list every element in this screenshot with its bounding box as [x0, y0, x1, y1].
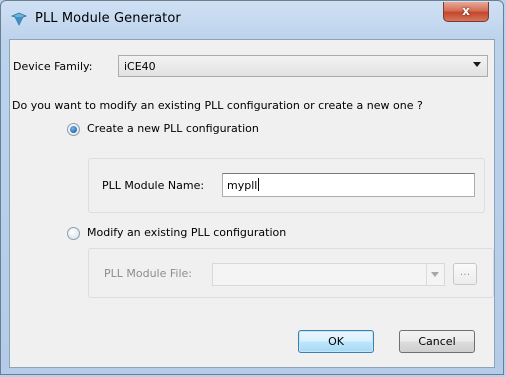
module-file-label: PLL Module File:	[104, 267, 192, 280]
window-title: PLL Module Generator	[35, 11, 181, 26]
module-name-input[interactable]: mypll	[222, 173, 475, 197]
module-name-label: PLL Module Name:	[102, 179, 205, 192]
browse-file-button[interactable]: ...	[453, 263, 477, 285]
create-new-label[interactable]: Create a new PLL configuration	[87, 122, 259, 135]
module-file-select[interactable]	[212, 263, 445, 286]
ok-button[interactable]: OK	[298, 330, 374, 353]
close-icon: x	[462, 4, 470, 18]
module-name-value: mypll	[227, 179, 258, 192]
app-icon	[10, 11, 28, 27]
create-new-group: PLL Module Name: mypll	[88, 158, 485, 213]
title-bar[interactable]: PLL Module Generator x	[1, 1, 503, 39]
cancel-button-label: Cancel	[418, 335, 456, 348]
pll-generator-window: PLL Module Generator x Device Family: iC…	[0, 0, 504, 375]
chevron-down-icon	[473, 62, 481, 67]
device-family-label: Device Family:	[13, 60, 93, 73]
device-family-value: iCE40	[124, 60, 156, 73]
module-file-dropdown-button[interactable]	[426, 264, 444, 285]
configuration-question: Do you want to modify an existing PLL co…	[12, 99, 423, 112]
create-new-radio[interactable]	[67, 123, 80, 136]
modify-existing-group: PLL Module File: ...	[88, 248, 494, 298]
device-family-select[interactable]: iCE40	[118, 55, 488, 77]
ok-button-label: OK	[328, 335, 344, 348]
modify-existing-label[interactable]: Modify an existing PLL configuration	[87, 226, 286, 239]
close-button[interactable]: x	[443, 2, 489, 22]
cancel-button[interactable]: Cancel	[399, 330, 475, 353]
modify-existing-radio[interactable]	[67, 227, 80, 240]
chevron-down-icon	[431, 272, 439, 277]
dialog-body: Device Family: iCE40 Do you want to modi…	[9, 39, 495, 368]
ellipsis-icon: ...	[459, 265, 471, 278]
text-caret	[258, 178, 260, 191]
